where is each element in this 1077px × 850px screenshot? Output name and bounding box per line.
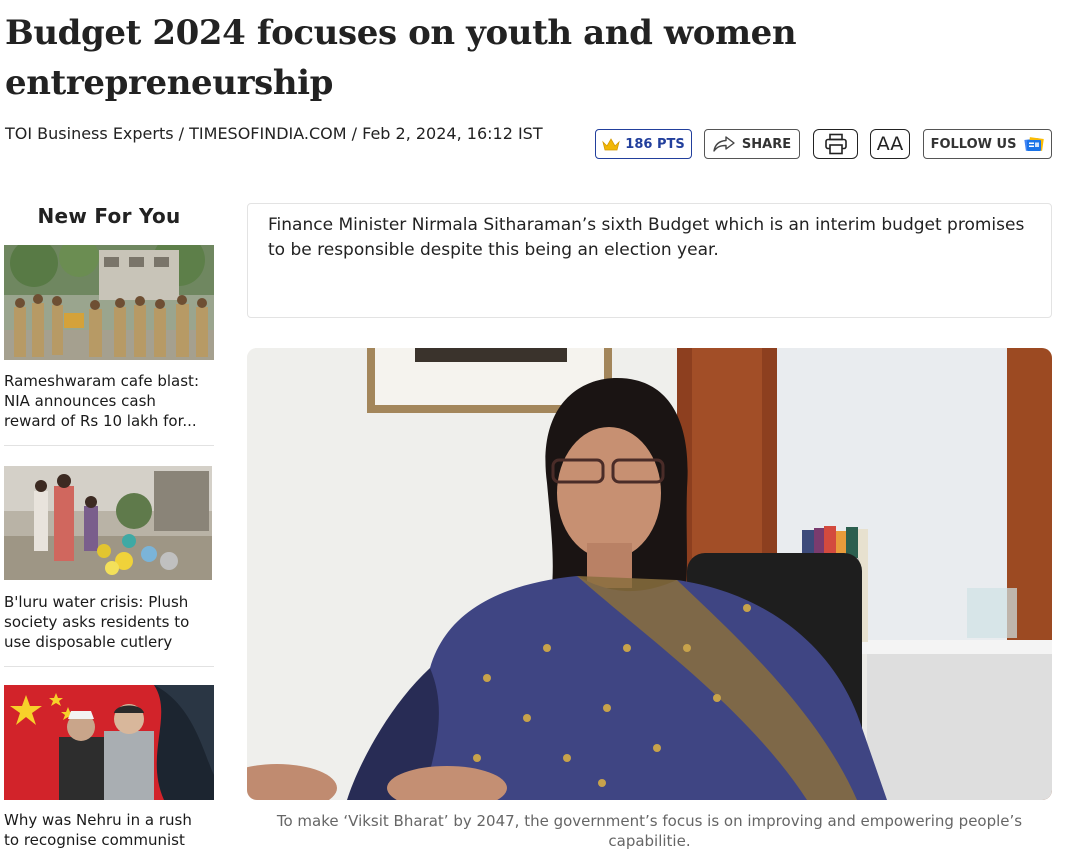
sidebar-item-caption[interactable]: Rameshwaram cafe blast: NIA announces ca… bbox=[4, 371, 209, 431]
article-toolbar: 186 PTS SHARE AA FOLLOW US bbox=[0, 129, 1077, 159]
printer-icon bbox=[824, 133, 848, 155]
sidebar-item[interactable]: B'luru water crisis: Plush society asks … bbox=[4, 466, 214, 667]
follow-us-button[interactable]: FOLLOW US bbox=[923, 129, 1052, 159]
points-button[interactable]: 186 PTS bbox=[595, 129, 692, 159]
crown-icon bbox=[602, 137, 621, 151]
thumbnail-image[interactable] bbox=[4, 466, 212, 580]
sidebar-title: New For You bbox=[37, 204, 181, 228]
sidebar-item[interactable]: Why was Nehru in a rush to recognise com… bbox=[4, 685, 214, 850]
thumbnail-image[interactable] bbox=[4, 245, 214, 360]
font-size-button[interactable]: AA bbox=[870, 129, 910, 159]
image-caption: To make ‘Viksit Bharat’ by 2047, the gov… bbox=[276, 812, 1023, 850]
sidebar-item-caption[interactable]: Why was Nehru in a rush to recognise com… bbox=[4, 810, 209, 850]
share-arrow-icon bbox=[713, 136, 735, 152]
print-button[interactable] bbox=[813, 129, 858, 159]
share-label: SHARE bbox=[741, 136, 792, 152]
follow-label: FOLLOW US bbox=[930, 136, 1017, 152]
article-hero-image bbox=[247, 348, 1052, 800]
share-button[interactable]: SHARE bbox=[704, 129, 800, 159]
points-label: 186 PTS bbox=[625, 136, 685, 152]
divider bbox=[4, 666, 214, 667]
thumbnail-image[interactable] bbox=[4, 685, 214, 800]
article-title: Budget 2024 focuses on youth and women e… bbox=[5, 13, 797, 103]
sidebar-item[interactable]: Rameshwaram cafe blast: NIA announces ca… bbox=[4, 245, 214, 446]
sidebar-item-caption[interactable]: B'luru water crisis: Plush society asks … bbox=[4, 592, 209, 652]
article-summary: Finance Minister Nirmala Sitharaman’s si… bbox=[247, 203, 1052, 318]
divider bbox=[4, 445, 214, 446]
font-size-label: AA bbox=[876, 133, 904, 155]
google-news-icon bbox=[1024, 136, 1045, 152]
